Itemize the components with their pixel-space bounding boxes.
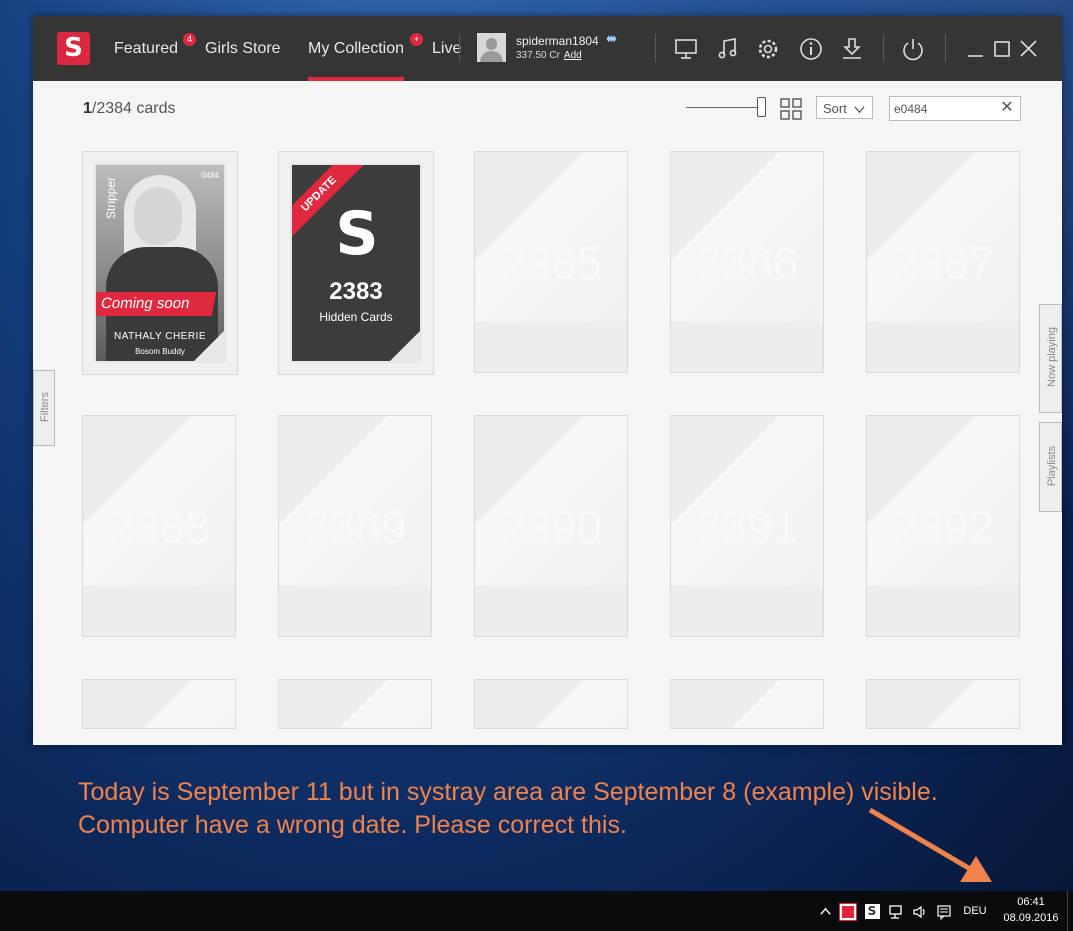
card-placeholder[interactable]: 2388 <box>82 415 236 637</box>
portrait-face <box>134 187 182 245</box>
card-placeholder-number: 2388 <box>107 501 211 553</box>
card-placeholder-number: 2386 <box>695 237 799 289</box>
tab-filters[interactable]: Filters <box>33 370 55 446</box>
card-placeholder-number: 2390 <box>499 501 603 553</box>
hidden-card-count: 2383 <box>329 278 383 305</box>
card-placeholder-number: 2391 <box>695 501 799 553</box>
network-icon[interactable] <box>886 891 906 931</box>
nav-my-collection-label: My Collection <box>308 40 405 57</box>
nav-featured[interactable]: Featured <box>114 16 178 81</box>
card-placeholder[interactable]: 2389 <box>278 415 432 637</box>
card-placeholder-number: 2385 <box>499 237 603 289</box>
s-logo-icon: S <box>335 199 379 269</box>
nav-my-collection[interactable]: My Collection <box>308 16 405 81</box>
clock-date: 08.09.2016 <box>1003 912 1059 924</box>
zoom-slider-track[interactable] <box>686 107 758 108</box>
tab-playlists[interactable]: Playlists <box>1039 422 1062 512</box>
close-icon[interactable] <box>1016 36 1042 62</box>
card-placeholder[interactable]: 2392 <box>866 415 1020 637</box>
card-count-total: /2384 cards <box>91 100 176 117</box>
tab-playlists-label: Playlists <box>1046 445 1058 487</box>
card-placeholder[interactable]: 2391 <box>670 415 824 637</box>
chevron-up-icon[interactable] <box>816 891 834 931</box>
antivirus-icon[interactable] <box>838 891 858 931</box>
action-center-icon[interactable] <box>934 891 954 931</box>
card-placeholder[interactable]: 2385 <box>474 151 628 373</box>
app-logo[interactable]: S <box>57 32 90 65</box>
divider <box>655 34 656 62</box>
card-category: Stripper <box>104 176 119 220</box>
credits: 337.50 Cr Add <box>516 50 582 61</box>
music-icon[interactable] <box>715 36 741 62</box>
card-count: 1/2384 cards <box>83 100 176 118</box>
chevron-down-icon <box>853 97 866 120</box>
show-desktop-button[interactable] <box>1067 891 1068 931</box>
nav-live-label: Live <box>432 40 462 57</box>
annotation-line-2: Computer have a wrong date. Please corre… <box>78 811 627 839</box>
card-placeholder[interactable] <box>866 679 1020 729</box>
corner-fold <box>390 331 420 361</box>
card-placeholder[interactable] <box>82 679 236 729</box>
top-bar: S Featured 4 Girls Store My Collection +… <box>33 16 1062 81</box>
card-placeholder-number: 2392 <box>891 501 995 553</box>
language-indicator[interactable]: DEU <box>960 891 990 931</box>
annotation-line-1: Today is September 11 but in systray are… <box>78 778 938 806</box>
tab-now-playing-label: Now playing <box>1046 327 1058 387</box>
nav-featured-label: Featured <box>114 40 179 57</box>
card-hidden[interactable]: UPDATE S 2383 Hidden Cards <box>278 151 434 375</box>
card-placeholder-number: 2387 <box>891 237 995 289</box>
sort-label: Sort <box>823 101 847 116</box>
coming-soon-banner: Coming soon <box>96 292 217 316</box>
taskbar: S DEU 06:41 08.09.2016 <box>0 891 1073 931</box>
username: spiderman1804 <box>516 34 599 48</box>
card-photo: Stripper 0484 Coming soon NATHALY CHERIE… <box>94 163 226 363</box>
divider <box>945 34 946 62</box>
gear-icon[interactable] <box>755 36 781 62</box>
card-placeholder[interactable] <box>474 679 628 729</box>
system-clock[interactable]: 06:41 08.09.2016 <box>998 894 1064 926</box>
zoom-slider-thumb[interactable] <box>757 97 766 117</box>
card-count-current: 1 <box>83 100 92 117</box>
card-placeholder[interactable] <box>670 679 824 729</box>
info-icon[interactable] <box>798 36 824 62</box>
download-icon[interactable] <box>839 36 865 62</box>
divider <box>459 34 460 62</box>
grid-view-icon[interactable] <box>780 98 802 120</box>
maximize-icon[interactable] <box>989 36 1015 62</box>
arrow-icon <box>868 807 992 882</box>
card-placeholder[interactable]: 2386 <box>670 151 824 373</box>
annotation-text: Today is September 11 but in systray are… <box>78 776 938 842</box>
minimize-icon[interactable] <box>963 36 989 62</box>
hidden-card-face: UPDATE S 2383 Hidden Cards <box>290 163 422 363</box>
credits-value: 337.50 Cr <box>516 50 560 61</box>
sort-dropdown[interactable]: Sort <box>816 96 873 119</box>
featured-badge: 4 <box>183 33 196 46</box>
card-placeholder[interactable] <box>278 679 432 729</box>
card-number: 0484 <box>201 171 219 180</box>
monitor-icon[interactable] <box>673 36 699 62</box>
add-credits-link[interactable]: Add <box>564 50 582 61</box>
my-collection-badge: + <box>410 33 423 46</box>
corner-fold <box>194 331 224 361</box>
card-placeholder[interactable]: 2390 <box>474 415 628 637</box>
avatar[interactable] <box>477 33 506 62</box>
tab-now-playing[interactable]: Now playing <box>1039 304 1062 413</box>
tab-filters-label: Filters <box>39 392 51 422</box>
diamond-icon: ♦♦♦ <box>606 33 617 45</box>
app-window: S Featured 4 Girls Store My Collection +… <box>33 16 1062 745</box>
app-tray-icon[interactable]: S <box>862 891 882 931</box>
card-placeholder-number: 2389 <box>303 501 407 553</box>
nav-girls-store[interactable]: Girls Store <box>205 16 281 81</box>
power-icon[interactable] <box>900 36 926 62</box>
divider <box>883 34 884 62</box>
volume-icon[interactable] <box>910 891 930 931</box>
card-featured[interactable]: Stripper 0484 Coming soon NATHALY CHERIE… <box>82 151 238 375</box>
nav-girls-store-label: Girls Store <box>205 40 281 57</box>
nav-live[interactable]: Live <box>432 16 461 81</box>
hidden-card-label: Hidden Cards <box>319 310 393 324</box>
clear-search-icon[interactable]: ✕ <box>999 100 1015 116</box>
clock-time: 06:41 <box>1017 896 1045 908</box>
card-placeholder[interactable]: 2387 <box>866 151 1020 373</box>
